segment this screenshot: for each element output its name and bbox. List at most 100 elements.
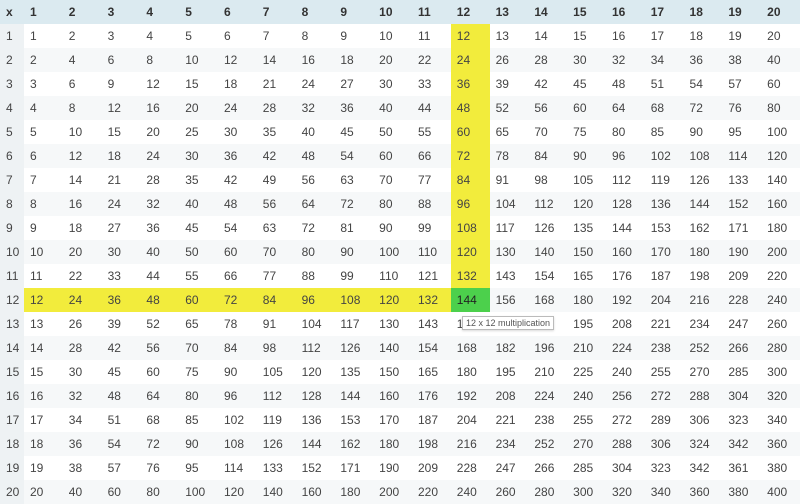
product-cell[interactable]: 22 (412, 48, 451, 72)
product-cell[interactable]: 64 (140, 384, 179, 408)
product-cell[interactable]: 153 (334, 408, 373, 432)
product-cell[interactable]: 105 (567, 168, 606, 192)
product-cell[interactable]: 44 (412, 96, 451, 120)
product-cell[interactable]: 40 (63, 480, 102, 504)
product-cell[interactable]: 288 (606, 432, 645, 456)
product-cell[interactable]: 60 (179, 288, 218, 312)
product-cell[interactable]: 224 (606, 336, 645, 360)
product-cell[interactable]: 5 (179, 24, 218, 48)
product-cell[interactable]: 70 (373, 168, 412, 192)
product-cell[interactable]: 247 (490, 456, 529, 480)
col-header[interactable]: 12 (451, 0, 490, 24)
product-cell[interactable]: 35 (257, 120, 296, 144)
product-cell[interactable]: 75 (567, 120, 606, 144)
product-cell[interactable]: 240 (451, 480, 490, 504)
product-cell[interactable]: 143 (412, 312, 451, 336)
product-cell[interactable]: 48 (451, 96, 490, 120)
product-cell[interactable]: 56 (140, 336, 179, 360)
product-cell[interactable]: 16 (24, 384, 63, 408)
product-cell[interactable]: 90 (334, 240, 373, 264)
product-cell[interactable]: 24 (296, 72, 335, 96)
product-cell[interactable]: 280 (528, 480, 567, 504)
col-header[interactable]: 10 (373, 0, 412, 24)
product-cell[interactable]: 54 (218, 216, 257, 240)
product-cell[interactable]: 180 (567, 288, 606, 312)
product-cell[interactable]: 162 (334, 432, 373, 456)
product-cell[interactable]: 10 (179, 48, 218, 72)
product-cell[interactable]: 240 (606, 360, 645, 384)
product-cell[interactable]: 165 (567, 264, 606, 288)
product-cell[interactable]: 180 (373, 432, 412, 456)
product-cell[interactable]: 68 (140, 408, 179, 432)
product-cell[interactable]: 300 (761, 360, 800, 384)
product-cell[interactable]: 130 (373, 312, 412, 336)
product-cell[interactable]: 160 (296, 480, 335, 504)
product-cell[interactable]: 65 (179, 312, 218, 336)
product-cell[interactable]: 12 (24, 288, 63, 312)
product-cell[interactable]: 6 (102, 48, 141, 72)
product-cell[interactable]: 36 (102, 288, 141, 312)
product-cell[interactable]: 45 (102, 360, 141, 384)
product-cell[interactable]: 8 (24, 192, 63, 216)
product-cell[interactable]: 27 (334, 72, 373, 96)
product-cell[interactable]: 48 (102, 384, 141, 408)
product-cell[interactable]: 90 (684, 120, 723, 144)
product-cell[interactable]: 40 (179, 192, 218, 216)
product-cell[interactable]: 190 (373, 456, 412, 480)
product-cell[interactable]: 70 (528, 120, 567, 144)
product-cell[interactable]: 35 (179, 168, 218, 192)
product-cell[interactable]: 154 (528, 264, 567, 288)
product-cell[interactable]: 114 (722, 144, 761, 168)
product-cell[interactable]: 306 (645, 432, 684, 456)
product-cell[interactable]: 192 (606, 288, 645, 312)
product-cell[interactable]: 80 (296, 240, 335, 264)
product-cell[interactable]: 88 (296, 264, 335, 288)
product-cell[interactable]: 120 (373, 288, 412, 312)
product-cell[interactable]: 280 (761, 336, 800, 360)
product-cell[interactable]: 260 (490, 480, 529, 504)
product-cell[interactable]: 255 (645, 360, 684, 384)
product-cell[interactable]: 208 (606, 312, 645, 336)
product-cell[interactable]: 60 (373, 144, 412, 168)
col-header[interactable]: 14 (528, 0, 567, 24)
col-header[interactable]: 8 (296, 0, 335, 24)
product-cell[interactable]: 48 (296, 144, 335, 168)
product-cell[interactable]: 54 (102, 432, 141, 456)
product-cell[interactable]: 266 (722, 336, 761, 360)
product-cell[interactable]: 323 (722, 408, 761, 432)
product-cell[interactable]: 300 (567, 480, 606, 504)
row-header[interactable]: 15 (0, 360, 24, 384)
product-cell[interactable]: 256 (606, 384, 645, 408)
product-cell[interactable]: 70 (257, 240, 296, 264)
row-header[interactable]: 12 (0, 288, 24, 312)
product-cell[interactable]: 9 (24, 216, 63, 240)
product-cell[interactable]: 342 (684, 456, 723, 480)
product-cell[interactable]: 99 (412, 216, 451, 240)
row-header[interactable]: 8 (0, 192, 24, 216)
row-header[interactable]: 3 (0, 72, 24, 96)
product-cell[interactable]: 4 (140, 24, 179, 48)
product-cell[interactable]: 270 (684, 360, 723, 384)
product-cell[interactable]: 80 (179, 384, 218, 408)
product-cell[interactable]: 170 (645, 240, 684, 264)
product-cell[interactable]: 252 (684, 336, 723, 360)
product-cell[interactable]: 18 (218, 72, 257, 96)
product-cell[interactable]: 200 (373, 480, 412, 504)
product-cell[interactable]: 40 (140, 240, 179, 264)
product-cell[interactable]: 171 (334, 456, 373, 480)
product-cell[interactable]: 340 (761, 408, 800, 432)
product-cell[interactable]: 78 (218, 312, 257, 336)
row-header[interactable]: 6 (0, 144, 24, 168)
product-cell[interactable]: 34 (645, 48, 684, 72)
product-cell[interactable]: 85 (179, 408, 218, 432)
product-cell[interactable]: 260 (761, 312, 800, 336)
product-cell[interactable]: 60 (218, 240, 257, 264)
product-cell[interactable]: 28 (528, 48, 567, 72)
product-cell[interactable]: 100 (373, 240, 412, 264)
product-cell[interactable]: 24 (102, 192, 141, 216)
product-cell[interactable]: 306 (684, 408, 723, 432)
product-cell[interactable]: 20 (24, 480, 63, 504)
product-cell[interactable]: 108 (334, 288, 373, 312)
product-cell[interactable]: 323 (645, 456, 684, 480)
product-cell[interactable]: 72 (296, 216, 335, 240)
